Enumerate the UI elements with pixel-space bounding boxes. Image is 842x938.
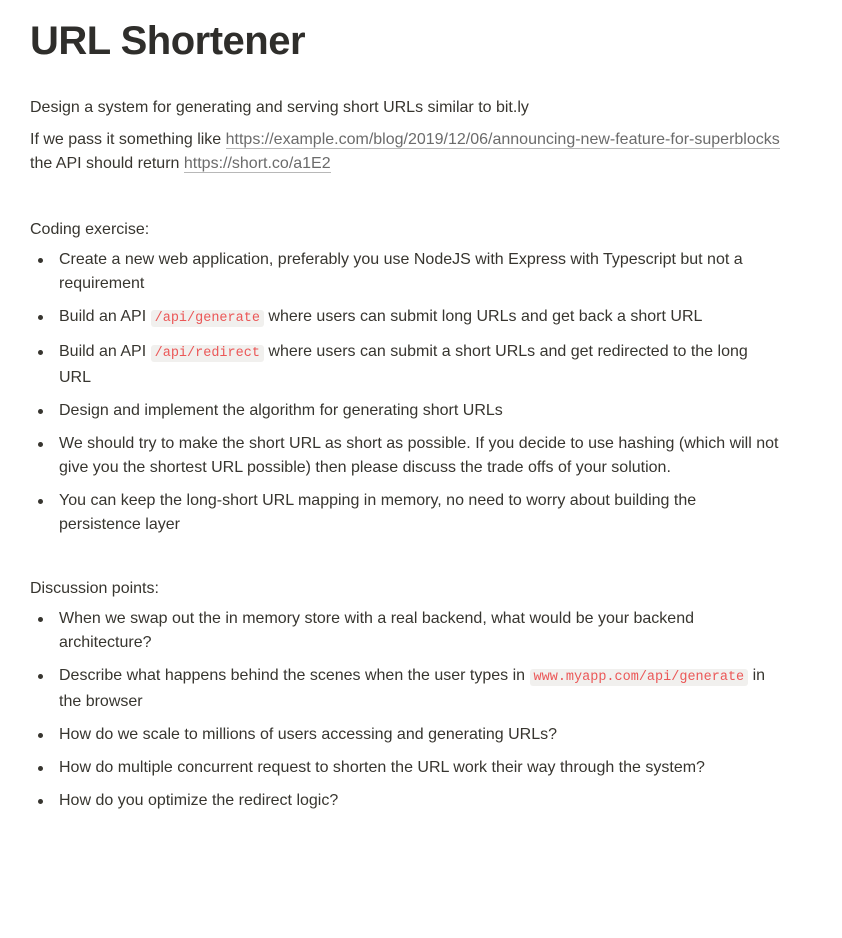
list-item: Design and implement the algorithm for g…	[30, 399, 782, 423]
list-item-text: Describe what happens behind the scenes …	[59, 667, 530, 684]
bullet-icon	[38, 499, 43, 504]
list-item-text: Build an API	[59, 343, 151, 360]
coding-exercise-list: Create a new web application, preferably…	[30, 248, 782, 537]
list-item: You can keep the long-short URL mapping …	[30, 489, 782, 537]
list-item: We should try to make the short URL as s…	[30, 432, 782, 480]
intro-middle: the API should return	[30, 155, 184, 172]
bullet-icon	[38, 409, 43, 414]
list-item-text: When we swap out the in memory store wit…	[59, 610, 694, 651]
list-item: Create a new web application, preferably…	[30, 248, 782, 296]
inline-code-generate: /api/generate	[150, 310, 264, 327]
bullet-icon	[38, 766, 43, 771]
list-item-text: We should try to make the short URL as s…	[59, 435, 779, 476]
inline-code-myapp-url: www.myapp.com/api/generate	[529, 669, 749, 686]
document-page: URL Shortener Design a system for genera…	[0, 0, 842, 938]
intro-paragraph-2: If we pass it something like https://exa…	[30, 128, 782, 176]
list-item: Build an API /api/generate where users c…	[30, 305, 782, 331]
list-item-text: You can keep the long-short URL mapping …	[59, 492, 697, 533]
discussion-points-heading: Discussion points:	[30, 580, 159, 597]
short-url-link[interactable]: https://short.co/a1E2	[183, 155, 331, 173]
bullet-icon	[38, 442, 43, 447]
intro-paragraph-1: Design a system for generating and servi…	[30, 96, 782, 120]
coding-exercise-heading: Coding exercise:	[30, 221, 150, 238]
list-item: How do multiple concurrent request to sh…	[30, 756, 782, 780]
list-item-text: Design and implement the algorithm for g…	[59, 402, 503, 419]
inline-code-redirect: /api/redirect	[150, 345, 264, 362]
bullet-icon	[38, 799, 43, 804]
bullet-icon	[38, 258, 43, 263]
bullet-icon	[38, 733, 43, 738]
list-item: How do you optimize the redirect logic?	[30, 789, 782, 813]
long-url-link[interactable]: https://example.com/blog/2019/12/06/anno…	[225, 131, 780, 149]
list-item-text: where users can submit long URLs and get…	[263, 308, 703, 325]
list-item: Describe what happens behind the scenes …	[30, 664, 782, 714]
list-item-text: How do we scale to millions of users acc…	[59, 726, 558, 743]
list-item-text: Build an API	[59, 308, 151, 325]
list-item: How do we scale to millions of users acc…	[30, 723, 782, 747]
list-item: Build an API /api/redirect where users c…	[30, 340, 782, 390]
bullet-icon	[38, 315, 43, 320]
page-title: URL Shortener	[30, 19, 306, 63]
intro-prefix: If we pass it something like	[30, 131, 226, 148]
list-item-text: Create a new web application, preferably…	[59, 251, 743, 292]
bullet-icon	[38, 674, 43, 679]
discussion-points-list: When we swap out the in memory store wit…	[30, 607, 782, 813]
list-item: When we swap out the in memory store wit…	[30, 607, 782, 655]
bullet-icon	[38, 350, 43, 355]
bullet-icon	[38, 617, 43, 622]
intro-text: Design a system for generating and servi…	[30, 99, 529, 116]
list-item-text: How do multiple concurrent request to sh…	[59, 759, 705, 776]
list-item-text: How do you optimize the redirect logic?	[59, 792, 339, 809]
